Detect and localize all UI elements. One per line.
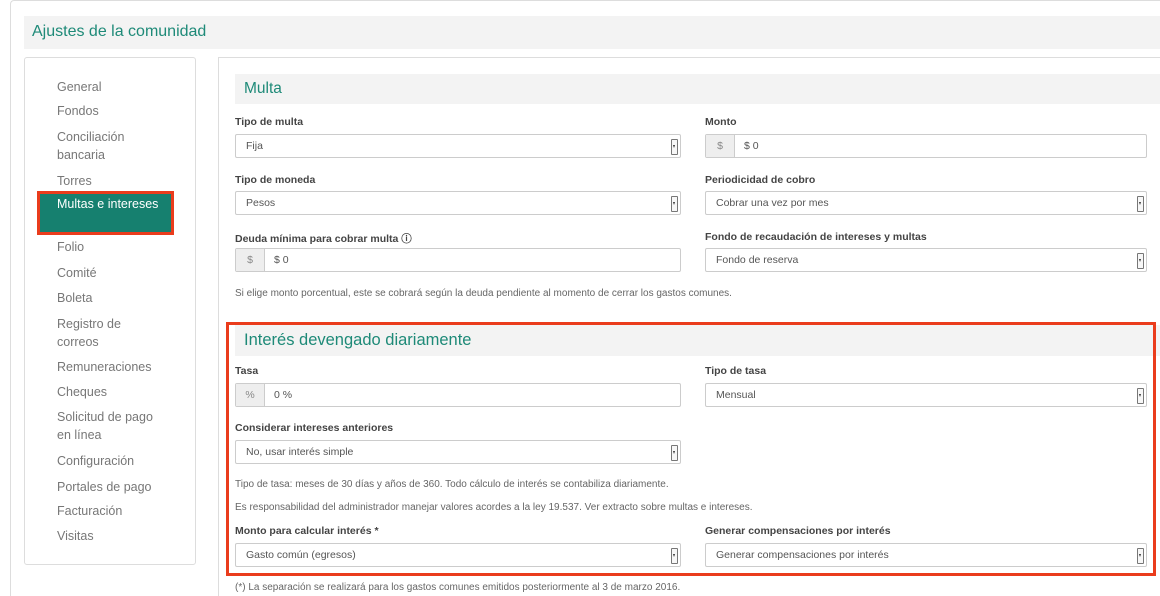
deuda-minima-label: Deuda mínima para cobrar multa ⓘ bbox=[235, 233, 412, 245]
periodicidad-label: Periodicidad de cobro bbox=[705, 174, 816, 186]
sidebar-item-cheques[interactable]: Cheques bbox=[57, 383, 172, 401]
footer-note: (*) La separación se realizará para los … bbox=[235, 582, 681, 593]
monto-value: $ 0 bbox=[744, 140, 759, 152]
sidebar-item-fondos[interactable]: Fondos bbox=[57, 102, 172, 120]
sidebar-item-remuneraciones[interactable]: Remuneraciones bbox=[57, 358, 172, 376]
sidebar-item-boleta[interactable]: Boleta bbox=[57, 289, 172, 307]
tipo-multa-select[interactable]: Fija bbox=[235, 134, 681, 158]
sidebar-item-conciliacion[interactable]: Conciliación bancaria bbox=[57, 128, 172, 164]
sidebar-item-torres[interactable]: Torres bbox=[57, 172, 172, 190]
monto-label: Monto bbox=[705, 116, 737, 128]
dropdown-arrow-icon bbox=[1137, 253, 1144, 269]
fondo-value: Fondo de reserva bbox=[716, 254, 799, 266]
dropdown-arrow-icon bbox=[1137, 196, 1144, 212]
multa-section-header: Multa bbox=[235, 74, 1160, 104]
currency-addon: $ bbox=[236, 249, 265, 271]
sidebar-item-folio[interactable]: Folio bbox=[57, 238, 172, 256]
sidebar-item-solicitud-pago[interactable]: Solicitud de pago en línea bbox=[57, 408, 157, 444]
deuda-minima-input[interactable]: $ $ 0 bbox=[235, 248, 681, 272]
monto-input[interactable]: $ $ 0 bbox=[705, 134, 1147, 158]
interes-highlight-box bbox=[226, 322, 1156, 576]
sidebar-item-multas-intereses[interactable]: Multas e intereses bbox=[37, 191, 174, 235]
sidebar-item-registro-correos[interactable]: Registro de correos bbox=[57, 315, 147, 351]
fondo-select[interactable]: Fondo de reserva bbox=[705, 248, 1147, 272]
tipo-moneda-value: Pesos bbox=[246, 197, 276, 209]
sidebar-item-general[interactable]: General bbox=[57, 78, 172, 96]
sidebar-item-configuracion[interactable]: Configuración bbox=[57, 452, 172, 470]
tipo-moneda-select[interactable]: Pesos bbox=[235, 191, 681, 215]
periodicidad-value: Cobrar una vez por mes bbox=[716, 197, 829, 209]
currency-addon: $ bbox=[706, 135, 735, 157]
dropdown-arrow-icon bbox=[671, 196, 678, 212]
page-header: Ajustes de la comunidad bbox=[24, 16, 1160, 49]
tipo-multa-label: Tipo de multa bbox=[235, 116, 304, 128]
sidebar-item-facturacion[interactable]: Facturación bbox=[57, 502, 172, 520]
fondo-label: Fondo de recaudación de intereses y mult… bbox=[705, 231, 927, 243]
deuda-minima-value: $ 0 bbox=[274, 254, 289, 266]
tipo-moneda-label: Tipo de moneda bbox=[235, 174, 316, 186]
sidebar-item-portales-pago[interactable]: Portales de pago bbox=[57, 478, 172, 496]
settings-sidebar: General Fondos Conciliación bancaria Tor… bbox=[24, 57, 196, 565]
multa-section-title: Multa bbox=[244, 80, 282, 97]
tipo-multa-value: Fija bbox=[246, 140, 263, 152]
sidebar-item-comite[interactable]: Comité bbox=[57, 264, 172, 282]
page-title: Ajustes de la comunidad bbox=[32, 23, 207, 40]
dropdown-arrow-icon bbox=[671, 139, 678, 155]
sidebar-item-visitas[interactable]: Visitas bbox=[57, 527, 172, 545]
multa-note: Si elige monto porcentual, este se cobra… bbox=[235, 288, 732, 299]
periodicidad-select[interactable]: Cobrar una vez por mes bbox=[705, 191, 1147, 215]
